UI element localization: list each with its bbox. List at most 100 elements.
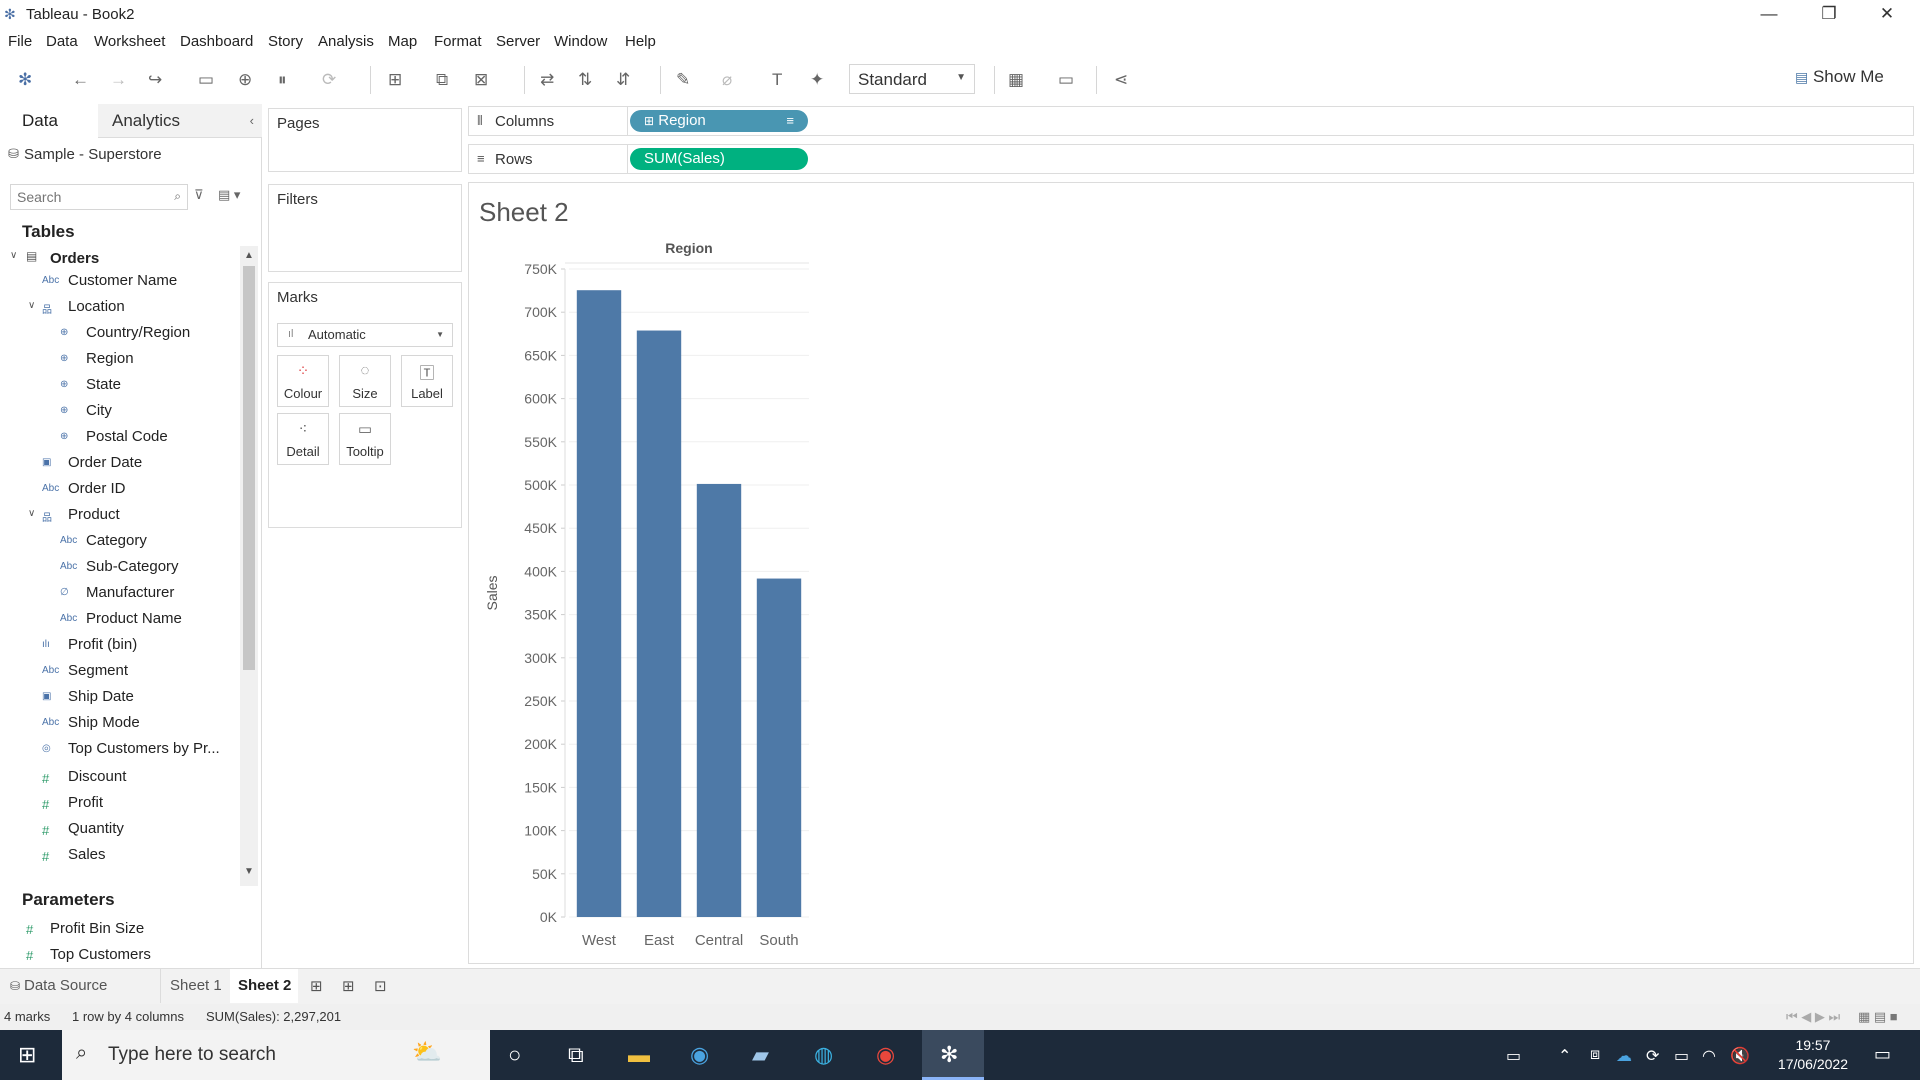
pause-updates-icon[interactable]: ⏸ bbox=[278, 70, 287, 90]
field-item[interactable]: Ship Mode bbox=[68, 714, 140, 731]
undo-icon[interactable]: ← bbox=[72, 70, 89, 90]
show-mark-labels-icon[interactable]: T bbox=[772, 70, 782, 90]
tab-sheet-2[interactable]: Sheet 2 bbox=[238, 977, 291, 994]
menu-window[interactable]: Window bbox=[554, 33, 607, 50]
chrome-icon[interactable]: ◉ bbox=[876, 1042, 895, 1068]
view-options-icon[interactable]: ▤ ▾ bbox=[218, 187, 240, 203]
bar-east[interactable] bbox=[636, 330, 682, 917]
field-item[interactable]: Product bbox=[68, 506, 120, 523]
wifi-icon[interactable]: ◠ bbox=[1702, 1046, 1716, 1066]
field-item[interactable]: Location bbox=[68, 298, 125, 315]
update-icon[interactable]: ⟳ bbox=[1646, 1046, 1659, 1066]
menu-server[interactable]: Server bbox=[496, 33, 540, 50]
group-members-icon[interactable]: ⌀ bbox=[722, 70, 732, 90]
table-orders[interactable]: Orders bbox=[50, 250, 99, 267]
sort-descending-icon[interactable]: ⇵ bbox=[616, 70, 630, 90]
new-worksheet-icon[interactable]: ⊞ bbox=[388, 70, 402, 90]
menu-data[interactable]: Data bbox=[46, 33, 78, 50]
bar-central[interactable] bbox=[696, 483, 742, 917]
view-mode-icon[interactable]: ▦ ▤ ■ bbox=[1858, 1009, 1898, 1025]
bar-south[interactable] bbox=[756, 578, 802, 917]
field-item[interactable]: Ship Date bbox=[68, 688, 134, 705]
mark-type-dropdown[interactable]: ıl Automatic ▼ bbox=[277, 323, 453, 347]
field-item[interactable]: Order ID bbox=[68, 480, 126, 497]
edge-icon[interactable]: ◍ bbox=[814, 1042, 833, 1068]
presentation-mode-icon[interactable]: ▭ bbox=[1058, 70, 1074, 90]
notifications-icon[interactable]: ▭ bbox=[1874, 1044, 1891, 1065]
tooltip-card[interactable]: ▭ Tooltip bbox=[339, 413, 391, 465]
file-explorer-icon[interactable]: ▬ bbox=[628, 1042, 650, 1068]
show-cards-icon[interactable]: ▦ bbox=[1008, 70, 1024, 90]
menu-help[interactable]: Help bbox=[625, 33, 656, 50]
cortana-icon[interactable]: ○ bbox=[508, 1042, 521, 1068]
new-dashboard-icon[interactable]: ⊞ bbox=[342, 977, 355, 995]
replay-icon[interactable]: ↪ bbox=[148, 70, 162, 90]
field-item[interactable]: Segment bbox=[68, 662, 128, 679]
filter-icon[interactable]: ⊽ bbox=[194, 187, 204, 203]
scroll-up-icon[interactable]: ▲ bbox=[244, 250, 254, 261]
menu-map[interactable]: Map bbox=[388, 33, 417, 50]
datasource-name[interactable]: Sample - Superstore bbox=[24, 146, 162, 163]
region-pill[interactable]: ⊞ Region ≡ bbox=[630, 110, 808, 132]
parameter-item[interactable]: Top Customers bbox=[50, 946, 151, 963]
tab-data-source[interactable]: Data Source bbox=[24, 977, 107, 994]
size-card[interactable]: ◌ Size bbox=[339, 355, 391, 407]
swap-rows-columns-icon[interactable]: ⇄ bbox=[540, 70, 554, 90]
taskbar-search[interactable]: ⌕ Type here to search ⛅ bbox=[62, 1030, 490, 1080]
sort-ascending-icon[interactable]: ⇅ bbox=[578, 70, 592, 90]
field-item[interactable]: Country/Region bbox=[86, 324, 190, 341]
menu-worksheet[interactable]: Worksheet bbox=[94, 33, 165, 50]
filters-shelf[interactable]: Filters bbox=[268, 184, 462, 272]
field-item[interactable]: Sales bbox=[68, 846, 106, 863]
bar-west[interactable] bbox=[576, 290, 622, 917]
menu-format[interactable]: Format bbox=[434, 33, 482, 50]
colour-card[interactable]: ⁘ Colour bbox=[277, 355, 329, 407]
show-me-button[interactable]: ▤ Show Me bbox=[1795, 67, 1884, 87]
fix-axes-icon[interactable]: ✦ bbox=[810, 70, 824, 90]
share-icon[interactable]: ⋖ bbox=[1114, 70, 1128, 90]
battery-icon[interactable]: ▭ bbox=[1674, 1046, 1689, 1066]
tab-analytics[interactable]: Analytics ‹ bbox=[98, 104, 262, 138]
weather-widget-icon[interactable]: ⛅ bbox=[412, 1038, 442, 1067]
collapse-pane-icon[interactable]: ‹ bbox=[250, 104, 254, 138]
field-item[interactable]: State bbox=[86, 376, 121, 393]
chevron-up-icon[interactable]: ⌃ bbox=[1558, 1046, 1571, 1066]
field-item[interactable]: Profit bbox=[68, 794, 103, 811]
sheet-navigation-icon[interactable]: ⏮ ◀ ▶ ⏭ bbox=[1786, 1009, 1840, 1025]
tab-sheet-1[interactable]: Sheet 1 bbox=[170, 977, 222, 994]
search-input[interactable] bbox=[11, 185, 161, 209]
chevron-down-icon[interactable]: ∨ bbox=[28, 508, 35, 519]
task-view-icon[interactable]: ⧉ bbox=[568, 1042, 584, 1068]
field-item[interactable]: Quantity bbox=[68, 820, 124, 837]
menu-analysis[interactable]: Analysis bbox=[318, 33, 374, 50]
menu-file[interactable]: File bbox=[8, 33, 32, 50]
tab-data[interactable]: Data bbox=[0, 104, 98, 138]
taskbar-clock[interactable]: 19:57 17/06/2022 bbox=[1778, 1036, 1848, 1074]
volume-muted-icon[interactable]: 🔇 bbox=[1730, 1046, 1750, 1066]
field-item[interactable]: Top Customers by Pr... bbox=[68, 740, 220, 757]
tableau-start-icon[interactable]: ✻ bbox=[18, 70, 32, 90]
field-item[interactable]: Sub-Category bbox=[86, 558, 179, 575]
search-field[interactable]: ⌕ bbox=[10, 184, 188, 210]
clear-sheet-icon[interactable]: ⊠ bbox=[474, 70, 488, 90]
menu-story[interactable]: Story bbox=[268, 33, 303, 50]
sum-sales-pill[interactable]: SUM(Sales) bbox=[630, 148, 808, 170]
field-item[interactable]: Region bbox=[86, 350, 134, 367]
field-item[interactable]: Product Name bbox=[86, 610, 182, 627]
chevron-down-icon[interactable]: ∨ bbox=[28, 300, 35, 311]
windows-start-icon[interactable]: ⊞ bbox=[18, 1042, 36, 1068]
field-item[interactable]: Discount bbox=[68, 768, 126, 785]
field-item[interactable]: Manufacturer bbox=[86, 584, 174, 601]
field-item[interactable]: Customer Name bbox=[68, 272, 177, 289]
fit-dropdown[interactable]: Standard ▼ bbox=[849, 64, 975, 94]
highlight-icon[interactable]: ✎ bbox=[676, 70, 690, 90]
parameter-item[interactable]: Profit Bin Size bbox=[50, 920, 144, 937]
close-button[interactable]: ✕ bbox=[1864, 2, 1910, 26]
redo-icon[interactable]: → bbox=[110, 70, 127, 90]
detail-card[interactable]: ⁖ Detail bbox=[277, 413, 329, 465]
app-icon[interactable]: ◉ bbox=[690, 1042, 709, 1068]
input-indicator-icon[interactable]: ▭ bbox=[1506, 1046, 1521, 1066]
notepad-icon[interactable]: ▰ bbox=[752, 1042, 769, 1068]
field-item[interactable]: Category bbox=[86, 532, 147, 549]
restore-button[interactable]: ❐ bbox=[1806, 2, 1852, 26]
